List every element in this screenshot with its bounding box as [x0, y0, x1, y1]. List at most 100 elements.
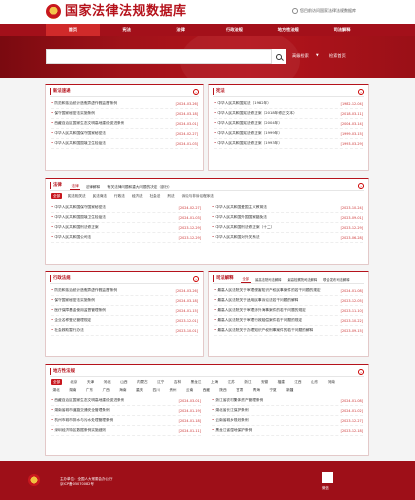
list-item[interactable]: 中华人民共和国宪法修正案（2004年）[2004-03-14] — [214, 119, 363, 129]
tab-supreme-court[interactable]: 最高法院司法解释 — [254, 277, 283, 283]
tab-laws[interactable]: 法律 — [70, 183, 81, 190]
more-icon[interactable]: › — [193, 276, 199, 282]
list-item[interactable]: 中华人民共和国对外关系法[2023-06-28] — [212, 233, 363, 243]
region-1[interactable]: 北京 — [69, 379, 79, 385]
site-title[interactable]: 国家法律法规数据库 — [65, 3, 187, 20]
region-4[interactable]: 海南 — [118, 387, 128, 393]
list-item[interactable]: 黑龙江省湿地保护条例[2023-12-18] — [212, 426, 363, 436]
region-13[interactable]: 宁夏 — [268, 387, 278, 393]
region-6[interactable]: 辽宁 — [156, 379, 166, 385]
region-14[interactable]: 新疆 — [285, 387, 295, 393]
nav-item-laws[interactable]: 法律 — [154, 24, 208, 36]
advanced-search-link[interactable]: 高级检索 — [292, 53, 309, 59]
region-6[interactable]: 四川 — [151, 387, 161, 393]
tab-joint[interactable]: 联合发布司法解释 — [322, 277, 351, 283]
region-9[interactable]: 上海 — [209, 379, 219, 385]
list-item[interactable]: 中华人民共和国宪法修正案（2018年修正文本）[2018-03-11] — [214, 109, 363, 119]
list-item[interactable]: 最高人民法院关于审理涉外海事案件的若干问题的规定[2023-11-10] — [214, 306, 363, 316]
region-13[interactable]: 福建 — [276, 379, 286, 385]
region-5[interactable]: 内蒙古 — [135, 379, 149, 385]
region-7[interactable]: 贵州 — [168, 387, 178, 393]
region-12[interactable]: 安徽 — [259, 379, 269, 385]
list-item[interactable]: 防范和惩治统计造假弄虚作假监督条例[2024-03-26] — [51, 286, 198, 296]
region-2[interactable]: 广东 — [84, 387, 94, 393]
list-item[interactable]: 医疗保障基金使用监督管理条例[2024-01-15] — [51, 306, 198, 316]
list-item[interactable]: 中华人民共和国国境卫生检疫法[2024-01-03] — [51, 139, 198, 149]
list-item[interactable]: 保守国家秘密法实施条例[2024-03-18] — [51, 296, 198, 306]
region-2[interactable]: 天津 — [85, 379, 95, 385]
more-icon[interactable]: › — [358, 369, 364, 375]
list-item[interactable]: 防范和惩治统计造假弄虚作假监督条例[2024-03-26] — [51, 99, 198, 109]
region-15[interactable]: 山东 — [310, 379, 320, 385]
category-constitutional[interactable]: 宪法相关法 — [66, 193, 87, 199]
list-item[interactable]: 最高人民法院关于审理侵害知识产权民事案件的若干问题的规定[2024-01-08] — [214, 286, 363, 296]
category-administrative[interactable]: 行政法 — [113, 193, 127, 199]
footer-icp[interactable]: 京ICP备05070082号 — [60, 482, 113, 487]
region-1[interactable]: 湖南 — [68, 387, 78, 393]
region-10[interactable]: 陕西 — [218, 387, 228, 393]
tab-judicial-all[interactable]: 全部 — [241, 276, 251, 283]
region-5[interactable]: 重庆 — [134, 387, 144, 393]
region-3[interactable]: 广西 — [101, 387, 111, 393]
region-11[interactable]: 甘肃 — [235, 387, 245, 393]
list-item[interactable]: 深圳经济特区数据条例实施细则[2024-01-11] — [51, 426, 201, 436]
nav-item-admin-regulations[interactable]: 行政法规 — [207, 24, 261, 36]
region-11[interactable]: 浙江 — [243, 379, 253, 385]
more-icon[interactable]: › — [358, 183, 364, 189]
list-item[interactable]: 最高人民法院关于审理行政赔偿案件若干问题的规定[2023-10-22] — [214, 316, 363, 326]
list-item[interactable]: 企业名称登记管理规定[2023-12-01] — [51, 316, 198, 326]
list-item[interactable]: 湖南省城市道路交通安全管理条例[2024-01-19] — [51, 406, 201, 416]
region-14[interactable]: 江西 — [293, 379, 303, 385]
list-item[interactable]: 保守国家秘密法实施条例[2024-03-18] — [51, 109, 198, 119]
category-civil-commercial[interactable]: 民法商法 — [91, 193, 108, 199]
tab-supreme-procuratorate[interactable]: 最高检察院司法解释 — [286, 277, 319, 283]
category-criminal[interactable]: 刑法 — [166, 193, 176, 199]
list-item[interactable]: 中华人民共和国保守国家秘密法[2024-02-27] — [51, 129, 198, 139]
region-9[interactable]: 西藏 — [201, 387, 211, 393]
list-item[interactable]: 中华人民共和国宪法（1982年）[1982-12-04] — [214, 99, 363, 109]
nav-item-judicial-interpretations[interactable]: 司法解释 — [315, 24, 369, 36]
nav-item-constitution[interactable]: 宪法 — [100, 24, 154, 36]
region-7[interactable]: 吉林 — [172, 379, 182, 385]
region-4[interactable]: 山西 — [119, 379, 129, 385]
list-item[interactable]: 中华人民共和国爱国主义教育法[2023-10-24] — [212, 203, 363, 213]
search-input[interactable] — [46, 49, 272, 64]
region-3[interactable]: 河北 — [102, 379, 112, 385]
list-item[interactable]: 中华人民共和国国境卫生检疫法[2024-01-03] — [51, 213, 201, 223]
list-item[interactable]: 湖北省长江保护条例[2024-01-02] — [212, 406, 363, 416]
region-16[interactable]: 河南 — [326, 379, 336, 385]
region-12[interactable]: 青海 — [251, 387, 261, 393]
region-10[interactable]: 江苏 — [226, 379, 236, 385]
region-8[interactable]: 黑龙江 — [189, 379, 203, 385]
nav-item-local-regulations[interactable]: 地方性法规 — [261, 24, 315, 36]
list-item[interactable]: 中华人民共和国保守国家秘密法[2024-02-27] — [51, 203, 201, 213]
list-item[interactable]: 西藏自治区国家生态文明高地建设促进条例[2024-03-01] — [51, 119, 198, 129]
list-item[interactable]: 最高人民法院关于办理知识产权刑事案件的若干问题的解释[2023-09-15] — [214, 326, 363, 336]
list-item[interactable]: 中华人民共和国刑法修正案（十二）[2023-12-29] — [212, 223, 363, 233]
category-procedural[interactable]: 诉讼与非诉讼程序法 — [180, 193, 215, 199]
list-item[interactable]: 中华人民共和国宪法修正案（1999年）[1999-03-15] — [214, 129, 363, 139]
region-0[interactable]: 全部 — [51, 379, 63, 385]
list-item[interactable]: 中华人民共和国宪法修正案（1993年）[1993-03-29] — [214, 139, 363, 149]
tab-law-interpretations[interactable]: 法律解释 — [84, 184, 101, 190]
list-item[interactable]: 中华人民共和国刑法修正案[2023-12-29] — [51, 223, 201, 233]
list-item[interactable]: 浙江省农村集体资产管理条例[2024-01-08] — [212, 396, 363, 406]
tab-decisions[interactable]: 有关法律问题和重大问题的决定（部分） — [106, 184, 174, 190]
category-social[interactable]: 社会法 — [148, 193, 162, 199]
search-button[interactable] — [272, 49, 286, 64]
list-item[interactable]: 杭州市城市排水与污水处理管理条例[2024-01-18] — [51, 416, 201, 426]
list-item[interactable]: 西藏自治区国家生态文明高地建设促进条例[2024-03-01] — [51, 396, 201, 406]
list-item[interactable]: 最高人民法院关于适用民事诉讼法若干问题的解释[2023-12-05] — [214, 296, 363, 306]
search-home-link[interactable]: 检索首页 — [329, 53, 346, 59]
list-item[interactable]: 社会救助暂行办法[2023-10-01] — [51, 326, 198, 336]
category-all[interactable]: 全部 — [51, 193, 63, 199]
list-item[interactable]: 中华人民共和国公司法[2023-12-29] — [51, 233, 201, 243]
region-0[interactable]: 湖北 — [51, 387, 61, 393]
category-economic[interactable]: 经济法 — [130, 193, 144, 199]
chevron-down-icon[interactable]: ▼ — [316, 53, 319, 57]
more-icon[interactable]: › — [193, 89, 199, 95]
more-icon[interactable]: › — [358, 89, 364, 95]
nav-item-home[interactable]: 首页 — [46, 24, 100, 36]
list-item[interactable]: 云南省城乡规划条例[2023-12-27] — [212, 416, 363, 426]
region-8[interactable]: 云南 — [185, 387, 195, 393]
